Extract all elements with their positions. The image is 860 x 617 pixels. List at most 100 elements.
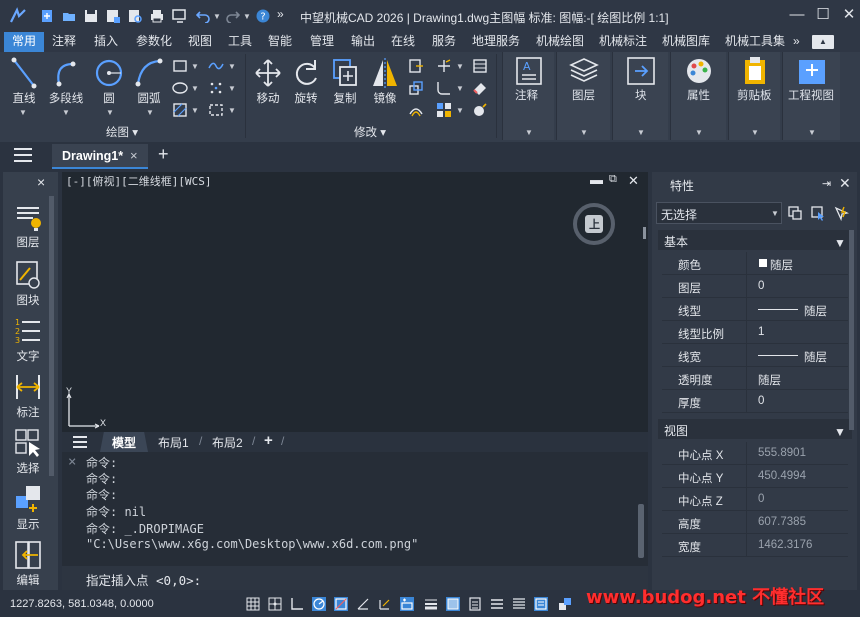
add-layout-button[interactable]: + — [264, 432, 273, 449]
drawing-canvas[interactable]: [-][俯视][二维线框][WCS] ▬ ⧉ ✕ 上 Y X — [62, 172, 648, 434]
spline-dropdown-icon[interactable]: ▼ — [228, 62, 236, 71]
ellipse-icon[interactable] — [172, 80, 188, 96]
viewcube[interactable]: 上 — [572, 202, 616, 246]
select-palette-button[interactable]: 选择 — [7, 428, 49, 476]
model-space-icon[interactable] — [534, 597, 548, 611]
clipboard-panel-dropdown-icon[interactable]: ▼ — [751, 128, 759, 137]
annotation-monitor-icon[interactable] — [512, 597, 526, 611]
new-document-tab-button[interactable]: + — [158, 144, 169, 165]
circle-dropdown-icon[interactable]: ▼ — [106, 108, 114, 117]
ribbon-toggle-button[interactable]: ▲ — [812, 35, 834, 49]
property-row-linetype[interactable]: 线型 随层 — [662, 298, 848, 321]
engineering-view-panel-dropdown-icon[interactable]: ▼ — [808, 128, 816, 137]
properties-close-button[interactable]: ✕ — [839, 175, 851, 192]
tab-mech-dimension[interactable]: 机械标注 — [599, 32, 647, 52]
dynamic-input-toggle-icon[interactable] — [400, 597, 414, 611]
save-as-icon[interactable] — [106, 9, 120, 23]
maximize-button[interactable]: ☐ — [812, 5, 834, 25]
layout-menu-icon[interactable] — [73, 436, 87, 448]
save-icon[interactable] — [84, 9, 98, 23]
tab-more[interactable]: » — [793, 32, 800, 52]
offset-icon[interactable] — [408, 102, 424, 118]
draw-group-label[interactable]: 绘图 ▾ — [106, 124, 138, 140]
fillet-dropdown-icon[interactable]: ▼ — [456, 84, 464, 93]
property-row-center-z[interactable]: 中心点 Z 0 — [662, 488, 848, 511]
array-icon[interactable] — [472, 58, 488, 74]
selection-dropdown[interactable]: 无选择 ▼ — [656, 202, 782, 224]
property-row-width[interactable]: 宽度 1462.3176 — [662, 534, 848, 557]
basic-section-header[interactable]: 基本 ▼ — [658, 230, 852, 250]
help-icon[interactable]: ? — [256, 9, 270, 23]
engineering-view-panel-button[interactable]: 工程视图 ▼ — [782, 52, 840, 140]
viewport-minimize-button[interactable]: ▬ — [590, 172, 603, 187]
property-row-lineweight[interactable]: 线宽 随层 — [662, 344, 848, 367]
property-row-layer[interactable]: 图层 0 — [662, 275, 848, 298]
print-preview-icon[interactable] — [128, 9, 142, 23]
trim-dropdown-icon[interactable]: ▼ — [456, 62, 464, 71]
redo-icon[interactable] — [226, 9, 240, 23]
tab-geo-service[interactable]: 地理服务 — [472, 32, 520, 52]
tab-service[interactable]: 服务 — [432, 32, 456, 52]
point-dropdown-icon[interactable]: ▼ — [228, 84, 236, 93]
stretch-icon[interactable] — [408, 58, 424, 74]
property-row-center-x[interactable]: 中心点 X 555.8901 — [662, 442, 848, 465]
properties-panel-button[interactable]: 属性 ▼ — [670, 52, 726, 140]
print-icon[interactable] — [150, 9, 164, 23]
block-panel-button[interactable]: 块 ▼ — [612, 52, 668, 140]
viewport-restore-button[interactable]: ⧉ — [609, 173, 617, 186]
open-file-icon[interactable] — [62, 9, 76, 23]
erase-icon[interactable] — [472, 80, 488, 96]
move-tool-button[interactable]: 移动 — [252, 56, 284, 106]
mirror-tool-button[interactable]: 镜像 — [368, 56, 402, 106]
quick-properties-toggle-icon[interactable] — [468, 597, 482, 611]
property-row-height[interactable]: 高度 607.7385 — [662, 511, 848, 534]
new-file-icon[interactable] — [40, 9, 54, 23]
hatch-dropdown-icon[interactable]: ▼ — [191, 106, 199, 115]
document-tab-close-button[interactable]: × — [130, 148, 138, 163]
array-dropdown-icon[interactable]: ▼ — [456, 106, 464, 115]
layout-tab-layout1[interactable]: 布局1 — [158, 434, 189, 451]
circle-tool-button[interactable]: 圆 — [92, 56, 126, 106]
tab-home[interactable]: 常用 — [4, 32, 45, 52]
transparency-toggle-icon[interactable] — [446, 597, 460, 611]
copy-tool-button[interactable]: 复制 — [328, 56, 362, 106]
trim-icon[interactable] — [436, 58, 452, 74]
annotation-panel-dropdown-icon[interactable]: ▼ — [525, 128, 533, 137]
viewport-close-button[interactable]: ✕ — [628, 173, 639, 189]
workspace-icon[interactable] — [558, 597, 572, 611]
tab-mech-toolset[interactable]: 机械工具集 — [725, 32, 785, 52]
quick-access-more[interactable]: » — [277, 7, 284, 21]
plot-icon[interactable] — [172, 9, 186, 23]
snap-toggle-icon[interactable] — [268, 597, 282, 611]
property-row-center-y[interactable]: 中心点 Y 450.4994 — [662, 465, 848, 488]
explode-icon[interactable] — [472, 102, 488, 118]
property-row-color[interactable]: 颜色 随层 — [662, 252, 848, 275]
block-panel-dropdown-icon[interactable]: ▼ — [637, 128, 645, 137]
tab-output[interactable]: 输出 — [351, 32, 375, 52]
tab-insert[interactable]: 插入 — [94, 32, 118, 52]
select-objects-icon[interactable] — [810, 205, 826, 221]
modify-group-label[interactable]: 修改 ▾ — [354, 124, 386, 140]
ortho-toggle-icon[interactable] — [290, 597, 304, 611]
line-tool-button[interactable]: 直线 — [8, 56, 40, 106]
layer-panel-button[interactable]: 图层 ▼ — [556, 52, 610, 140]
hamburger-menu-icon[interactable] — [14, 148, 32, 162]
lineweight-toggle-icon[interactable] — [424, 597, 438, 611]
clipboard-panel-button[interactable]: 剪贴板 ▼ — [728, 52, 780, 140]
spline-icon[interactable] — [208, 58, 224, 74]
polar-toggle-icon[interactable] — [312, 597, 326, 611]
tab-mech-library[interactable]: 机械图库 — [662, 32, 710, 52]
layer-palette-button[interactable]: 图层 — [7, 202, 49, 250]
ducs-toggle-icon[interactable] — [378, 597, 392, 611]
line-dropdown-icon[interactable]: ▼ — [19, 108, 27, 117]
osnap-toggle-icon[interactable] — [334, 597, 348, 611]
text-palette-button[interactable]: 123 文字 — [7, 316, 49, 364]
viewport-controls-label[interactable]: [-][俯视][二维线框][WCS] — [66, 173, 211, 189]
properties-panel-dropdown-icon[interactable]: ▼ — [695, 128, 703, 137]
layer-panel-dropdown-icon[interactable]: ▼ — [580, 128, 588, 137]
region-icon[interactable] — [208, 102, 224, 118]
block-palette-button[interactable]: 图块 — [7, 260, 49, 308]
minimize-button[interactable]: — — [786, 5, 808, 25]
left-palette-scrollbar[interactable] — [49, 196, 54, 476]
close-window-button[interactable]: ✕ — [838, 5, 860, 25]
